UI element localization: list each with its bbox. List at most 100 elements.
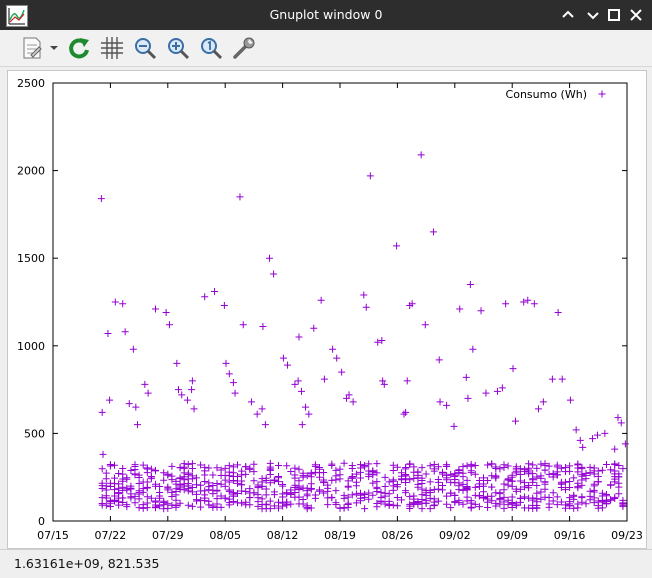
data-point-dense <box>197 503 205 511</box>
data-point-dense <box>410 474 418 482</box>
data-point <box>178 391 186 399</box>
data-point-dense <box>488 483 496 491</box>
data-point-dense <box>180 460 188 468</box>
data-point-dense <box>459 463 467 471</box>
data-point-dense <box>344 482 352 490</box>
data-point <box>291 380 299 388</box>
data-point-dense <box>147 465 155 473</box>
data-point <box>97 195 105 203</box>
close-button[interactable] <box>628 7 644 23</box>
plot-area[interactable]: 0 500 1000 1500 2000 2500 07/15 07/22 07/29 08/05… <box>7 70 647 549</box>
window-title: Gnuplot window 0 <box>269 7 383 22</box>
data-point <box>121 328 129 336</box>
data-point-dense <box>471 470 479 478</box>
data-point-dense <box>389 482 397 490</box>
x-tick-label: 09/09 <box>496 529 528 542</box>
data-point-dense <box>332 466 340 474</box>
grid-button[interactable] <box>99 35 125 61</box>
data-point-dense <box>225 478 233 486</box>
data-point-dense <box>471 483 479 491</box>
data-point <box>141 380 149 388</box>
data-point-dense <box>615 462 623 470</box>
zoom-out-icon <box>135 38 157 60</box>
data-point <box>111 298 119 306</box>
data-point <box>576 436 584 444</box>
data-point-dense <box>369 479 377 487</box>
data-point-dense <box>615 490 623 498</box>
close-icon <box>630 9 642 21</box>
data-point-dense <box>615 483 623 491</box>
data-point-dense <box>106 461 114 469</box>
data-point <box>165 321 173 329</box>
data-point <box>99 450 107 458</box>
x-tick-label: 07/29 <box>152 529 184 542</box>
data-point-dense <box>332 476 340 484</box>
data-point-dense <box>426 478 434 486</box>
zoom-original-button[interactable] <box>198 35 224 61</box>
data-point <box>253 410 261 418</box>
data-point-dense <box>340 494 348 502</box>
data-point <box>477 307 485 315</box>
data-point-dense <box>611 460 619 468</box>
data-point-dense <box>164 504 172 512</box>
data-point <box>279 354 287 362</box>
data-point-dense <box>529 461 537 469</box>
data-point-dense <box>291 464 299 472</box>
data-point-dense <box>180 476 188 484</box>
data-point <box>366 172 374 180</box>
data-point-dense <box>127 467 135 475</box>
data-point-dense <box>582 500 590 508</box>
data-point-dense <box>160 476 168 484</box>
data-point-dense <box>143 483 151 491</box>
settings-icon <box>233 37 255 59</box>
data-point-dense <box>361 505 369 513</box>
legend-label: Consumo (Wh) <box>506 88 587 101</box>
data-point-dense <box>607 466 615 474</box>
data-point <box>183 396 191 404</box>
data-point-dense <box>578 476 586 484</box>
data-point-dense <box>603 490 610 498</box>
y-tick-label: 2500 <box>17 77 45 90</box>
maximize-button[interactable] <box>606 7 622 23</box>
copy-to-clipboard-icon <box>23 37 58 59</box>
data-point-dense <box>184 501 192 509</box>
data-point-dense <box>115 470 123 478</box>
data-point-dense <box>529 470 537 478</box>
data-point-dense <box>217 503 225 511</box>
replot-icon <box>69 38 89 59</box>
data-point <box>201 293 209 301</box>
data-point-dense <box>496 465 504 473</box>
data-point <box>360 291 368 299</box>
x-tick-label: 07/22 <box>95 529 127 542</box>
data-point <box>225 370 233 378</box>
data-point <box>144 389 152 397</box>
data-point-dense <box>143 504 151 512</box>
data-point-dense <box>516 477 524 485</box>
data-point-dense <box>307 485 315 493</box>
data-point-dense <box>418 464 426 472</box>
data-point-dense <box>336 465 344 473</box>
data-point-dense <box>578 493 586 501</box>
y-tick-label: 1000 <box>17 340 45 353</box>
data-point <box>380 380 388 388</box>
data-point <box>333 354 341 362</box>
zoom-in-button[interactable] <box>165 35 191 61</box>
data-point-dense <box>566 477 574 485</box>
data-point-dense <box>131 499 139 507</box>
data-point-dense <box>562 463 569 471</box>
x-tick-label: 09/23 <box>611 529 643 542</box>
data-point <box>403 377 411 385</box>
minimize-button[interactable] <box>560 7 576 23</box>
settings-button[interactable] <box>231 35 257 61</box>
replot-button[interactable] <box>66 35 92 61</box>
data-point <box>174 386 182 394</box>
data-point-dense <box>242 470 250 478</box>
zoom-out-button[interactable] <box>132 35 158 61</box>
data-point-dense <box>209 471 217 479</box>
restore-button[interactable] <box>585 7 601 23</box>
data-point-dense <box>234 461 241 469</box>
copy-to-clipboard-button[interactable] <box>20 35 60 61</box>
data-point-dense <box>246 464 254 472</box>
data-point-dense <box>303 503 311 511</box>
data-point <box>482 389 490 397</box>
